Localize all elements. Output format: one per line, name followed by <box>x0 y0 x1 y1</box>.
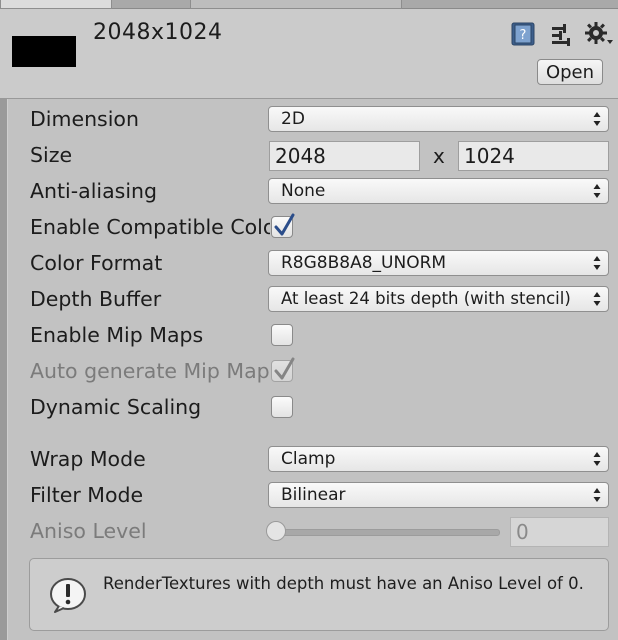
window-tab-strip <box>0 0 618 9</box>
gear-menu-icon[interactable] <box>584 21 613 47</box>
dynamic-scaling-checkbox[interactable] <box>271 396 293 418</box>
color-format-label: Color Format <box>30 251 163 275</box>
enable-compatible-color-label: Enable Compatible Color Format <box>30 215 270 239</box>
depth-buffer-value: At least 24 bits depth (with stencil) <box>281 289 571 308</box>
open-button[interactable]: Open <box>537 59 603 85</box>
inspector-header: 2048x1024 ? Open <box>0 9 618 99</box>
auto-generate-mip-maps-label: Auto generate Mip Maps <box>30 359 270 383</box>
auto-generate-mip-maps-checkbox[interactable] <box>271 357 295 382</box>
enable-compatible-color-checkbox[interactable] <box>271 213 295 238</box>
dropdown-arrows-icon <box>593 292 601 306</box>
preset-sliders-icon[interactable] <box>548 21 574 47</box>
enable-mip-maps-label: Enable Mip Maps <box>30 323 204 347</box>
wrap-mode-value: Clamp <box>281 449 336 469</box>
texture-preview-thumbnail <box>12 36 76 67</box>
dropdown-arrows-icon <box>593 112 601 126</box>
help-box-message: RenderTextures with depth must have an A… <box>103 574 584 593</box>
filter-mode-label: Filter Mode <box>30 483 144 507</box>
dimension-dropdown[interactable]: 2D <box>268 106 609 132</box>
color-format-value: R8G8B8A8_UNORM <box>281 253 447 273</box>
wrap-mode-label: Wrap Mode <box>30 447 146 471</box>
size-separator: x <box>433 144 445 168</box>
aniso-level-label: Aniso Level <box>30 519 147 543</box>
color-format-dropdown[interactable]: R8G8B8A8_UNORM <box>268 250 609 276</box>
inactive-tab-fragment[interactable] <box>190 0 402 9</box>
dynamic-scaling-label: Dynamic Scaling <box>30 395 202 419</box>
wrap-mode-dropdown[interactable]: Clamp <box>268 446 609 472</box>
svg-text:?: ? <box>520 28 527 43</box>
dropdown-arrows-icon <box>593 488 601 502</box>
enable-mip-maps-checkbox[interactable] <box>271 324 293 346</box>
depth-buffer-label: Depth Buffer <box>30 287 162 311</box>
dimension-label: Dimension <box>30 107 139 131</box>
filter-mode-dropdown[interactable]: Bilinear <box>268 482 609 508</box>
inspector-left-gutter <box>0 99 7 640</box>
active-tab-fragment[interactable] <box>0 0 112 9</box>
dropdown-arrows-icon <box>593 256 601 270</box>
anti-aliasing-value: None <box>281 181 326 201</box>
size-label: Size <box>30 143 73 167</box>
anti-aliasing-dropdown[interactable]: None <box>268 178 609 204</box>
aniso-level-slider-track[interactable] <box>276 529 500 536</box>
dimension-value: 2D <box>281 109 305 129</box>
warning-icon <box>50 578 86 613</box>
depth-buffer-dropdown[interactable]: At least 24 bits depth (with stencil) <box>268 286 609 312</box>
inspector-left-gutter-highlight <box>7 99 8 640</box>
checkmark-icon <box>274 357 295 380</box>
aniso-level-field[interactable]: 0 <box>510 517 609 547</box>
size-height-field[interactable]: 1024 <box>458 141 609 171</box>
help-box-warning: RenderTextures with depth must have an A… <box>29 558 609 631</box>
anti-aliasing-label: Anti-aliasing <box>30 179 158 203</box>
dropdown-arrows-icon <box>593 184 601 198</box>
help-book-icon[interactable]: ? <box>510 21 536 47</box>
dropdown-arrows-icon <box>593 452 601 466</box>
size-width-field[interactable]: 2048 <box>269 141 420 171</box>
aniso-level-slider-thumb[interactable] <box>266 521 286 541</box>
checkmark-icon <box>274 213 295 236</box>
asset-title: 2048x1024 <box>93 20 223 45</box>
filter-mode-value: Bilinear <box>281 485 346 505</box>
